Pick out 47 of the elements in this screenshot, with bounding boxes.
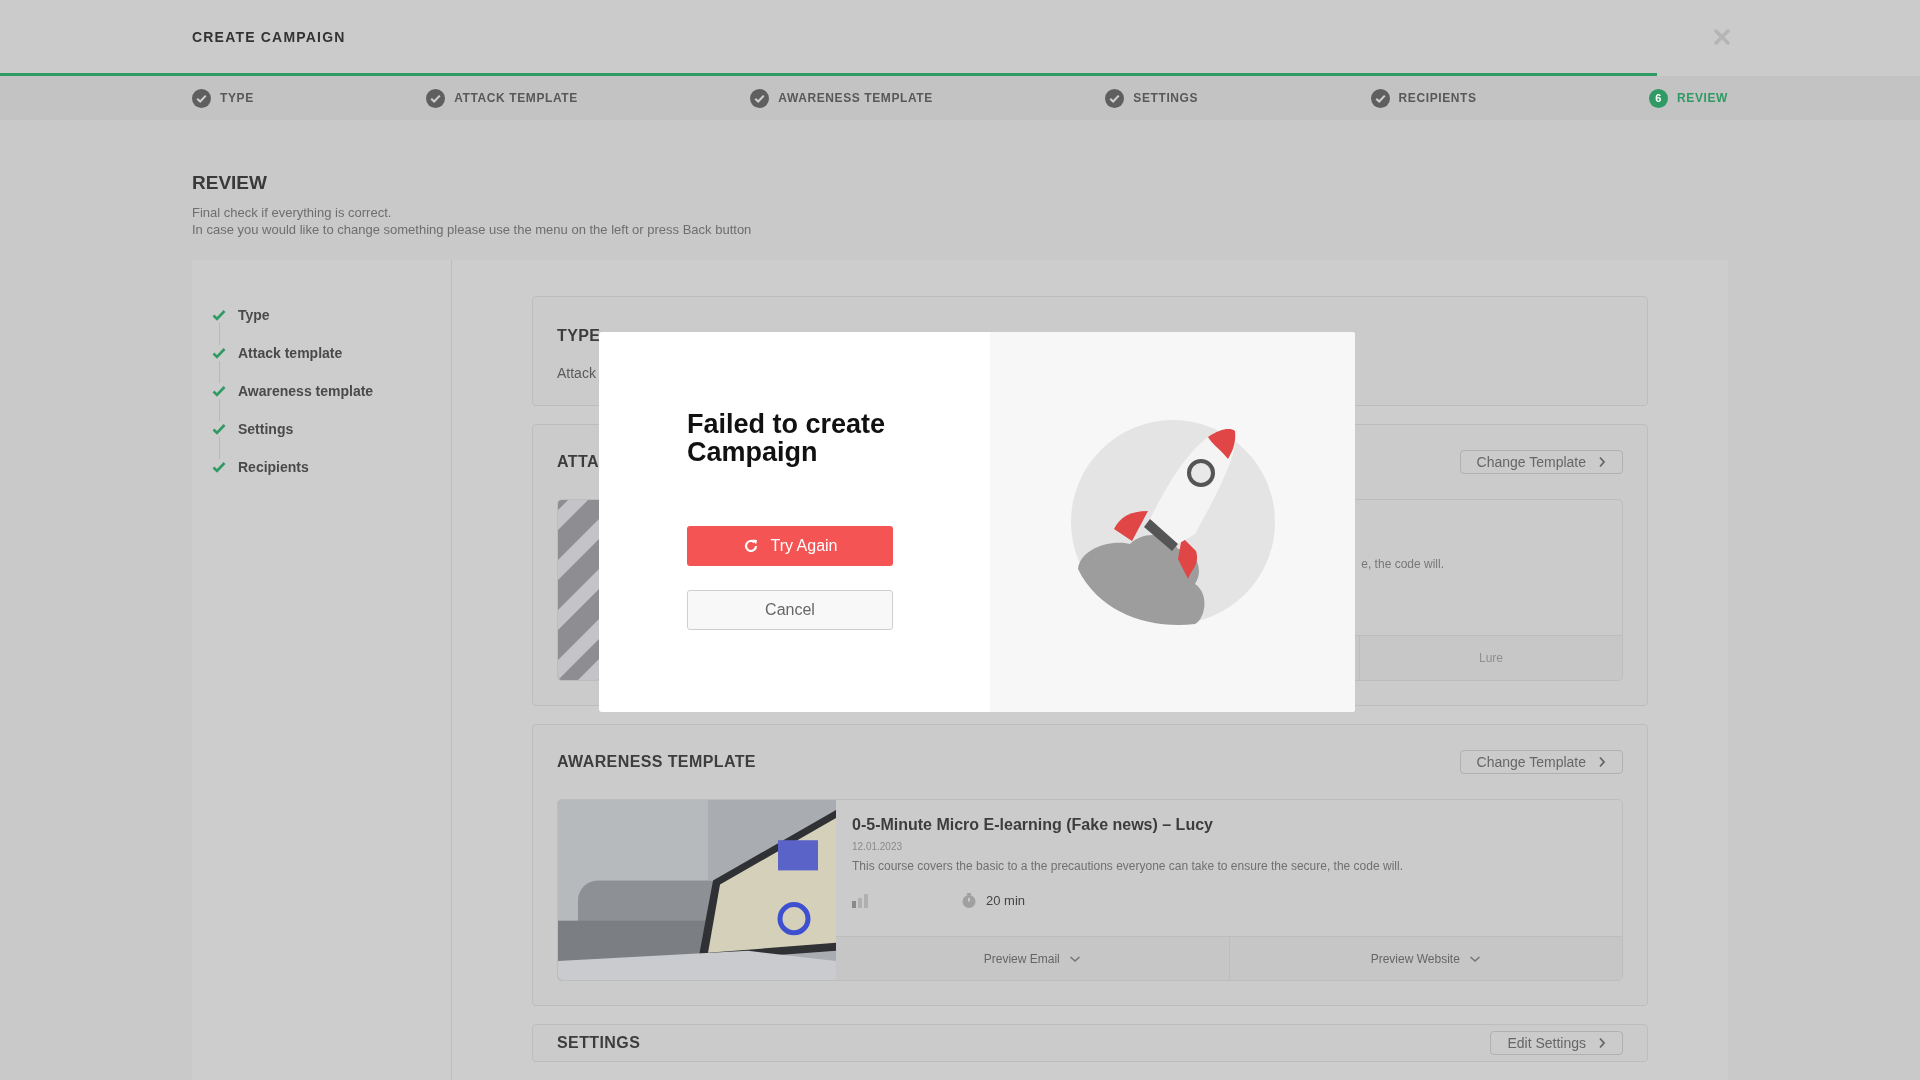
refresh-icon [742, 538, 759, 554]
timer-icon [962, 893, 976, 908]
preview-dropdown[interactable]: Preview Website [1228, 937, 1622, 980]
sidebar-item[interactable]: Type [238, 307, 270, 323]
step-tab[interactable]: AWARENESS TEMPLATE [750, 88, 933, 108]
review-description: Final check if everything is correct. [192, 204, 393, 221]
step-tab[interactable]: ATTACK TEMPLATE [426, 88, 578, 108]
change-template-button[interactable]: Change Template [1459, 450, 1623, 474]
course-duration: 20 min [986, 893, 1026, 908]
check-circle-icon [1105, 88, 1125, 108]
preview-dropdown[interactable]: Preview Email [836, 937, 1229, 980]
section-title: SETTINGS [557, 1034, 641, 1052]
check-circle-icon [192, 88, 211, 108]
chevron-down-icon [1468, 954, 1481, 963]
dialog-title: Failed to create Campaign [687, 410, 887, 466]
check-circle-icon [1370, 88, 1390, 108]
sidebar-item[interactable]: Recipients [238, 459, 309, 475]
type-value: Attack [557, 365, 597, 381]
section-title: AWARENESS TEMPLATE [557, 753, 756, 771]
step-tab[interactable]: TYPE [192, 88, 254, 108]
course-date: 12.01.2023 [852, 841, 904, 852]
course-description: This course covers the basic to a the precautions everyone can take to ensure the secure, the code will. [852, 859, 1404, 873]
step-tab[interactable]: RECIPIENTS [1370, 88, 1477, 108]
edit-settings-button[interactable]: Edit Settings [1490, 1031, 1623, 1055]
cancel-button[interactable]: Cancel [687, 590, 893, 630]
page-title: CREATE CAMPAIGN [192, 28, 346, 45]
check-circle-icon [750, 88, 770, 108]
bar-chart-icon [852, 893, 868, 908]
step-tab[interactable]: 6 REVIEW [1649, 88, 1728, 108]
try-again-button[interactable]: Try Again [687, 526, 893, 566]
chevron-down-icon [1068, 954, 1081, 963]
course-title: 0-5-Minute Micro E-learning (Fake news) – Lucy [852, 816, 1214, 834]
step-number: 6 [1649, 88, 1668, 108]
chevron-right-icon [1598, 456, 1606, 468]
review-description: In case you would like to change something please use the menu on the left or press Back button [192, 221, 753, 238]
chevron-right-icon [1598, 756, 1606, 768]
chevron-right-icon [1598, 1037, 1606, 1049]
sidebar-item[interactable]: Attack template [238, 345, 343, 361]
sidebar-item[interactable]: Settings [238, 421, 294, 437]
step-tab[interactable]: SETTINGS [1105, 88, 1199, 108]
review-title: REVIEW [192, 172, 268, 194]
section-title: TYPE [557, 327, 602, 345]
template-description: e, the code will. [1361, 556, 1444, 571]
change-template-button[interactable]: Change Template [1459, 750, 1623, 774]
check-circle-icon [426, 88, 446, 108]
section-title: ATTA [557, 453, 599, 471]
sidebar-item[interactable]: Awareness template [238, 383, 374, 399]
